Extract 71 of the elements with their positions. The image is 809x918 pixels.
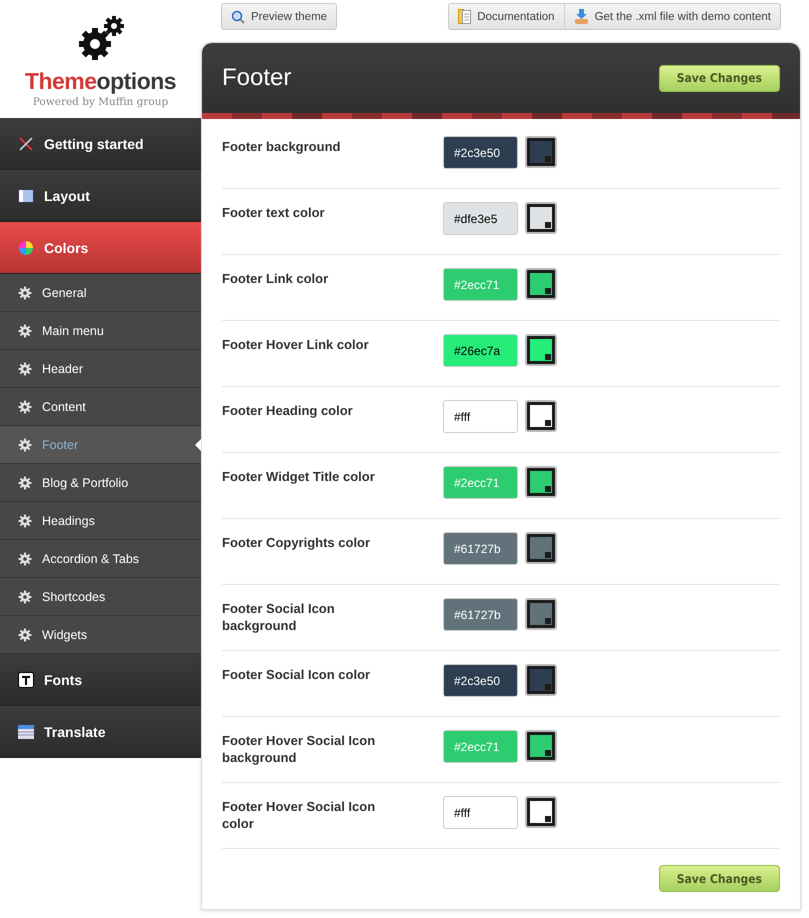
gear-icon: [18, 400, 32, 414]
gear-icon: [18, 590, 32, 604]
gear-icon: [18, 286, 32, 300]
tagline: Powered by Muffin group: [32, 96, 168, 108]
documentation-button[interactable]: Documentation: [449, 4, 564, 29]
color-swatch[interactable]: [525, 334, 557, 366]
save-button[interactable]: Save Changes: [658, 64, 780, 92]
option-label: Footer Copyrights color: [222, 534, 372, 551]
color-swatch[interactable]: [525, 598, 557, 630]
sidebar-item[interactable]: General: [0, 274, 201, 312]
pointer-icon: [195, 438, 201, 450]
list-icon: [18, 724, 34, 738]
download-icon: [574, 9, 589, 24]
gear-icon: [18, 438, 32, 452]
sidebar-item[interactable]: Main menu: [0, 312, 201, 350]
sidebar-item[interactable]: Accordion & Tabs: [0, 540, 201, 578]
download-button[interactable]: Get the .xml file with demo content: [564, 4, 780, 29]
tools-icon: [18, 136, 34, 152]
option-label: Footer background: [222, 138, 342, 155]
color-swatch[interactable]: [525, 202, 557, 234]
option-label: Footer Hover Social Icon background: [222, 732, 376, 766]
color-swatch[interactable]: [525, 532, 557, 564]
option-label: Footer text color: [222, 204, 326, 221]
option-label: Footer Social Icon background: [222, 600, 336, 634]
color-input[interactable]: #fff: [443, 796, 518, 829]
layout-icon: [18, 188, 34, 202]
save-button[interactable]: Save Changes: [658, 865, 780, 892]
brand-name: Themeoptions: [24, 67, 176, 95]
color-input[interactable]: #2c3e50: [443, 664, 518, 697]
sidebar-item[interactable]: Translate: [0, 706, 201, 758]
sidebar-item[interactable]: Content: [0, 388, 201, 426]
sidebar-item[interactable]: Headings: [0, 502, 201, 540]
gear-icon: [18, 514, 32, 528]
search-icon: [231, 10, 245, 24]
color-input[interactable]: #dfe3e5: [443, 202, 518, 235]
gear-icon: [18, 362, 32, 376]
option-label: Footer Widget Title color: [222, 468, 376, 485]
option-label: Footer Link color: [222, 270, 330, 287]
color-input[interactable]: #fff: [443, 400, 518, 433]
option-label: Footer Hover Link color: [222, 336, 370, 353]
color-swatch[interactable]: [525, 730, 557, 762]
text-icon: [18, 672, 34, 688]
option-label: Footer Heading color: [222, 402, 354, 419]
gear-icon: [18, 628, 32, 642]
color-input[interactable]: #2c3e50: [443, 136, 518, 169]
sidebar-item[interactable]: Widgets: [0, 616, 201, 654]
preview-button[interactable]: Preview theme: [222, 4, 336, 29]
color-swatch[interactable]: [525, 466, 557, 498]
sidebar-item[interactable]: Layout: [0, 170, 201, 222]
sidebar-item[interactable]: Shortcodes: [0, 578, 201, 616]
sidebar-item[interactable]: Colors: [0, 222, 201, 274]
color-swatch[interactable]: [525, 796, 557, 828]
gear-icon: [18, 476, 32, 490]
color-swatch[interactable]: [525, 268, 557, 300]
sidebar-item[interactable]: Blog & Portfolio: [0, 464, 201, 502]
option-label: Footer Hover Social Icon color: [222, 798, 376, 832]
sidebar-item[interactable]: Getting started: [0, 118, 201, 170]
color-swatch[interactable]: [525, 136, 557, 168]
color-wheel-icon: [18, 240, 34, 256]
color-swatch[interactable]: [525, 400, 557, 432]
color-swatch[interactable]: [525, 664, 557, 696]
gear-icon: [18, 552, 32, 566]
color-input[interactable]: #61727b: [443, 598, 518, 631]
color-input[interactable]: #26ec7a: [443, 334, 518, 367]
sidebar-item[interactable]: Fonts: [0, 654, 201, 706]
sidebar-item[interactable]: Header: [0, 350, 201, 388]
option-label: Footer Social Icon color: [222, 666, 372, 683]
color-input[interactable]: #61727b: [443, 532, 518, 565]
panel-title: Footer: [222, 64, 292, 92]
gear-icon: [18, 324, 32, 338]
document-icon: [458, 9, 472, 24]
